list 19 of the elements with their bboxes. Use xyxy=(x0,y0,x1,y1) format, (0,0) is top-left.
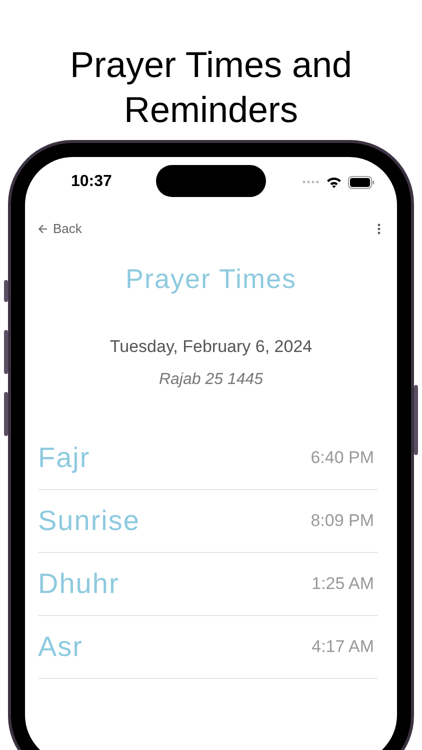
prayer-time: 8:09 PM xyxy=(310,511,374,531)
signal-icon xyxy=(302,180,320,184)
prayer-name: Asr xyxy=(38,631,83,663)
battery-icon xyxy=(348,176,375,188)
prayer-time: 4:17 AM xyxy=(312,637,374,657)
status-time: 10:37 xyxy=(71,173,112,191)
wifi-icon xyxy=(326,176,342,188)
prayer-name: Dhuhr xyxy=(38,568,120,600)
back-button[interactable]: Back xyxy=(38,221,82,236)
prayer-name: Fajr xyxy=(38,442,90,474)
more-icon[interactable] xyxy=(377,222,381,234)
date-text: Tuesday, February 6, 2024 xyxy=(108,337,314,357)
page-title: Prayer Times xyxy=(124,264,298,295)
prayer-name: Sunrise xyxy=(38,505,140,537)
hijri-date: Rajab 25 1445 xyxy=(158,371,264,389)
arrow-left-icon xyxy=(38,224,48,234)
prayer-time: 6:40 PM xyxy=(310,448,374,468)
prayer-time: 1:25 AM xyxy=(312,574,374,594)
headline: Prayer Times and Reminders xyxy=(68,43,354,132)
